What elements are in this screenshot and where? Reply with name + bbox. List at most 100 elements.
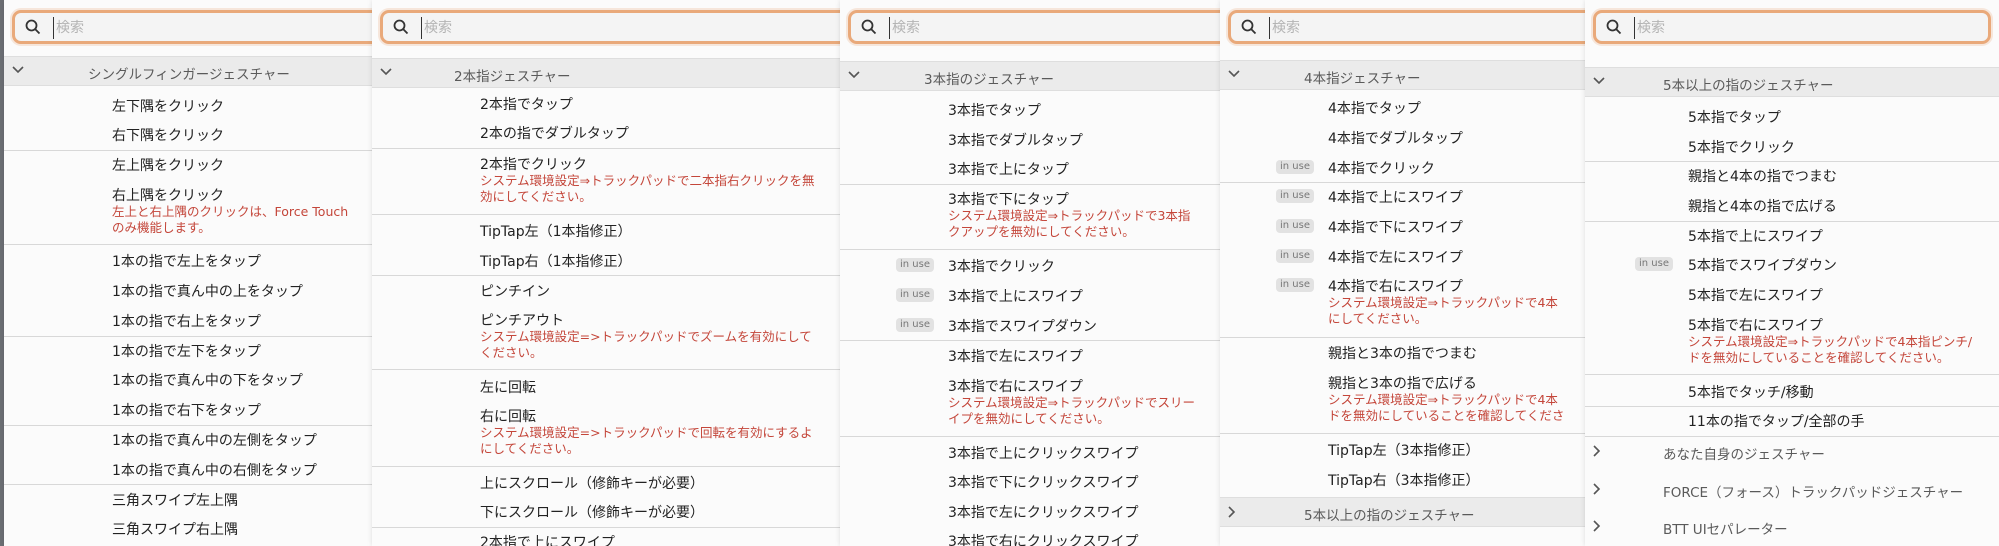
section-title: シングルフィンガージェスチャー (88, 67, 290, 83)
chevron-down-icon (1228, 70, 1240, 78)
search-field[interactable] (1228, 10, 1585, 44)
gesture-label: 4本指で上にスワイプ (1328, 190, 1463, 206)
divider (1220, 337, 1585, 338)
search-input[interactable] (889, 17, 1220, 39)
search-field[interactable] (848, 10, 1220, 44)
collapsed-section[interactable]: FORCE（フォース）トラックパッドジェスチャー (1585, 477, 1999, 503)
gesture-label: 1本の指で左下をタップ (112, 344, 261, 360)
search-input[interactable] (1634, 17, 1981, 39)
gesture-label: 5本指で左にスワイプ (1688, 288, 1823, 304)
divider (1585, 161, 1999, 162)
section-title: FORCE（フォース）トラックパッドジェスチャー (1663, 485, 1964, 501)
section-header[interactable]: 4本指ジェスチャー (1220, 60, 1585, 90)
gesture-label: 3本指でスワイプダウン (948, 319, 1097, 335)
search-input[interactable] (421, 17, 840, 39)
gesture-label: 3本指で上にタップ (948, 162, 1069, 178)
divider (372, 214, 840, 215)
search-icon (25, 19, 41, 35)
chevron-right-icon (1593, 483, 1601, 495)
gesture-note: にしてください。 (1328, 311, 1428, 326)
gesture-label: 5本指でタップ (1688, 110, 1781, 126)
search-icon (861, 19, 877, 35)
in-use-badge: in use (896, 318, 934, 332)
gesture-label: 左に回転 (480, 380, 536, 396)
divider (4, 244, 372, 245)
gesture-note: イプを無効にしてください。 (948, 411, 1110, 426)
in-use-badge: in use (1635, 257, 1673, 271)
collapsed-section[interactable]: あなた自身のジェスチャー (1585, 439, 1999, 465)
gesture-label: 右上隅をクリック (112, 188, 224, 204)
gesture-label: 親指と3本の指で広げる (1328, 376, 1477, 392)
panel-five-finger: 5本以上の指のジェスチャー 5本指でタップ 5本指でクリック 親指と4本の指でつ… (1585, 0, 1999, 546)
gesture-label: 3本指で下にタップ (948, 192, 1069, 208)
gesture-label: 1本の指で右上をタップ (112, 314, 261, 330)
gesture-label: 1本の指で真ん中の右側をタップ (112, 463, 317, 479)
divider (372, 466, 840, 467)
section-title: 5本以上の指のジェスチャー (1304, 508, 1475, 524)
gesture-note: システム環境設定⇒トラックパッドで4本 (1328, 295, 1558, 310)
gesture-note: のみ機能します。 (112, 220, 211, 235)
gesture-label: 4本指でダブルタップ (1328, 131, 1463, 147)
gesture-label: 1本の指で真ん中の左側をタップ (112, 433, 317, 449)
gesture-label: 3本指で左にスワイプ (948, 349, 1083, 365)
search-field[interactable] (12, 10, 372, 44)
in-use-badge: in use (896, 288, 934, 302)
gesture-label: 4本指で左にスワイプ (1328, 250, 1463, 266)
in-use-badge: in use (1276, 189, 1314, 203)
collapsed-section[interactable]: BTT UIセパレーター (1585, 514, 1999, 540)
gesture-label: TipTap左（1本指修正） (480, 224, 632, 240)
gesture-label: 4本指で右にスワイプ (1328, 279, 1463, 295)
gesture-label: 三角スワイプ右上隅 (112, 522, 238, 538)
gesture-label: 1本の指で左上をタップ (112, 254, 261, 270)
gesture-label: 4本指でクリック (1328, 161, 1435, 177)
section-title: 3本指のジェスチャー (924, 72, 1054, 88)
search-icon (1241, 19, 1257, 35)
divider (372, 148, 840, 149)
divider (1585, 436, 1999, 437)
gesture-label: 5本指でクリック (1688, 140, 1795, 156)
gesture-note: 効にしてください。 (480, 189, 592, 204)
gesture-label: 2本の指でダブルタップ (480, 126, 629, 142)
gesture-label: 親指と3本の指でつまむ (1328, 346, 1477, 362)
divider (4, 425, 372, 426)
gesture-label: 親指と4本の指でつまむ (1688, 169, 1837, 185)
divider (1585, 221, 1999, 222)
section-header[interactable]: 5本以上の指のジェスチャー (1585, 67, 1999, 97)
gesture-label: 3本指で右にスワイプ (948, 379, 1083, 395)
gesture-note: 左上と右上隅のクリックは、Force Touch (112, 204, 349, 219)
search-input[interactable] (1269, 17, 1585, 39)
gesture-label: ピンチアウト (480, 313, 564, 329)
section-header[interactable]: シングルフィンガージェスチャー (4, 56, 372, 86)
gesture-label: 3本指でダブルタップ (948, 133, 1083, 149)
chevron-down-icon (848, 71, 860, 79)
section-title: あなた自身のジェスチャー (1663, 447, 1825, 463)
gesture-note: ドを無効にしていることを確認してください。 (1688, 350, 1950, 365)
gesture-label: 右下隅をクリック (112, 128, 224, 144)
section-title: 5本以上の指のジェスチャー (1663, 78, 1834, 94)
gesture-label: 11本の指でタップ/全部の手 (1688, 414, 1865, 430)
collapsed-section[interactable]: 5本以上の指のジェスチャー (1220, 497, 1585, 527)
chevron-down-icon (1593, 77, 1605, 85)
section-header[interactable]: 2本指ジェスチャー (372, 58, 840, 88)
chevron-down-icon (380, 68, 392, 76)
gesture-note: システム環境設定=>トラックパッドでズームを有効にして (480, 329, 812, 344)
divider (1220, 433, 1585, 434)
section-header[interactable]: 3本指のジェスチャー (840, 61, 1220, 91)
search-icon (393, 19, 409, 35)
search-field[interactable] (1593, 10, 1991, 44)
in-use-badge: in use (896, 258, 934, 272)
gesture-note: システム環境設定=>トラックパッドで回転を有効にするよ (480, 425, 813, 440)
divider (372, 369, 840, 370)
gesture-label: 三角スワイプ左上隅 (112, 493, 238, 509)
in-use-badge: in use (1276, 278, 1314, 292)
panel-four-finger: 4本指ジェスチャー 4本指でタップ 4本指でダブルタップ in use 4本指で… (1220, 0, 1586, 546)
divider (840, 184, 1220, 185)
divider (840, 436, 1220, 437)
gesture-label: 右に回転 (480, 409, 536, 425)
gesture-note: クアップを無効にしてください。 (948, 224, 1135, 239)
search-input[interactable] (53, 17, 372, 39)
search-field[interactable] (380, 10, 840, 44)
gesture-note: システム環境設定⇒トラックパッドで二本指右クリックを無 (480, 173, 815, 188)
gesture-label: TipTap右（1本指修正） (480, 254, 632, 270)
gesture-label: 5本指でスワイプダウン (1688, 258, 1837, 274)
